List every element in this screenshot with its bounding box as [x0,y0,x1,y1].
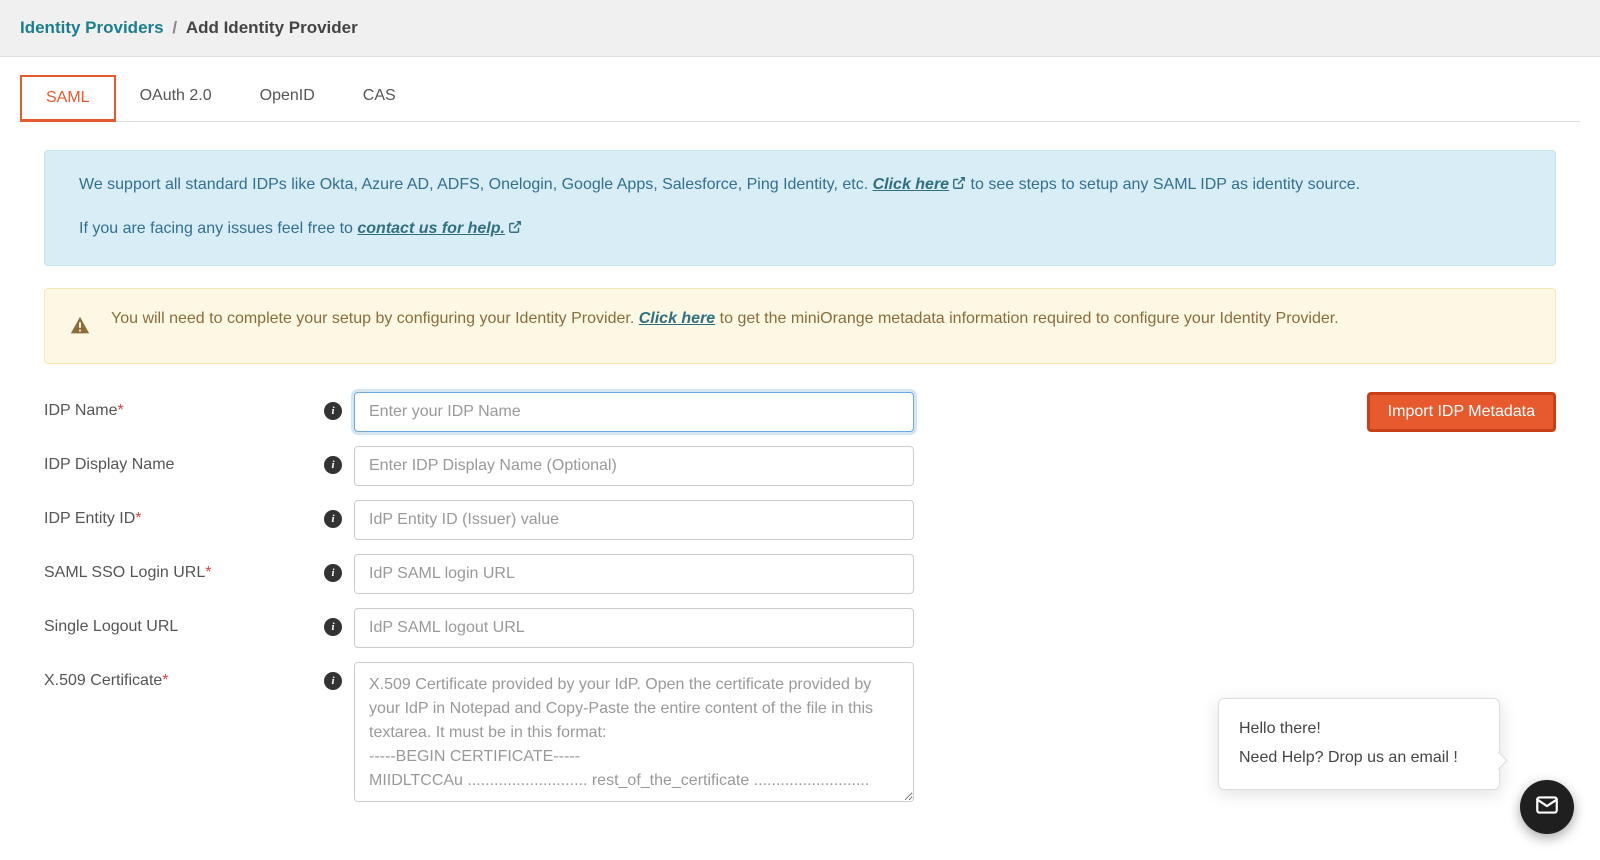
external-link-icon [952,174,966,199]
breadcrumb-separator: / [172,18,177,37]
chat-button[interactable] [1520,780,1574,834]
single-logout-url-input[interactable] [354,608,914,648]
help-popup-line1: Hello there! [1239,715,1479,744]
warn-link-metadata[interactable]: Click here [639,310,715,327]
label-idp-display-name: IDP Display Name [44,456,174,474]
x509-certificate-textarea[interactable] [354,662,914,802]
label-x509-certificate: X.509 Certificate* [44,672,169,690]
import-idp-metadata-button[interactable]: Import IDP Metadata [1367,392,1556,432]
tab-openid[interactable]: OpenID [236,75,339,121]
saml-sso-login-url-input[interactable] [354,554,914,594]
label-idp-entity-id: IDP Entity ID* [44,510,142,528]
tab-bar: SAML OAuth 2.0 OpenID CAS [20,75,1580,122]
mail-icon [1534,792,1560,822]
label-saml-sso-login-url: SAML SSO Login URL* [44,564,212,582]
idp-entity-id-input[interactable] [354,500,914,540]
breadcrumb: Identity Providers / Add Identity Provid… [0,0,1600,57]
info-banner: We support all standard IDPs like Okta, … [44,150,1556,266]
tab-cas[interactable]: CAS [339,75,420,121]
info-link-steps[interactable]: Click here [873,176,966,193]
idp-name-input[interactable] [354,392,914,432]
breadcrumb-root-link[interactable]: Identity Providers [20,18,164,37]
info-text-2: to see steps to setup any SAML IDP as id… [971,176,1361,193]
info-icon[interactable]: i [324,456,342,474]
warn-text-1: You will need to complete your setup by … [111,310,639,327]
label-idp-name: IDP Name* [44,402,124,420]
external-link-icon [508,218,522,243]
warn-text-2: to get the miniOrange metadata informati… [720,310,1339,327]
info-icon[interactable]: i [324,672,342,690]
info-text-3: If you are facing any issues feel free t… [79,220,357,237]
help-popup: Hello there! Need Help? Drop us an email… [1218,698,1500,790]
info-icon[interactable]: i [324,564,342,582]
breadcrumb-current: Add Identity Provider [186,18,358,37]
info-icon[interactable]: i [324,402,342,420]
help-popup-line2: Need Help? Drop us an email ! [1239,744,1479,773]
info-icon[interactable]: i [324,510,342,528]
idp-display-name-input[interactable] [354,446,914,486]
info-icon[interactable]: i [324,618,342,636]
label-single-logout-url: Single Logout URL [44,618,178,636]
warning-banner: You will need to complete your setup by … [44,288,1556,365]
info-link-contact[interactable]: contact us for help. [357,220,522,237]
tab-saml[interactable]: SAML [20,75,116,122]
info-text-1: We support all standard IDPs like Okta, … [79,176,873,193]
tab-oauth[interactable]: OAuth 2.0 [116,75,236,121]
warning-icon [69,315,91,346]
